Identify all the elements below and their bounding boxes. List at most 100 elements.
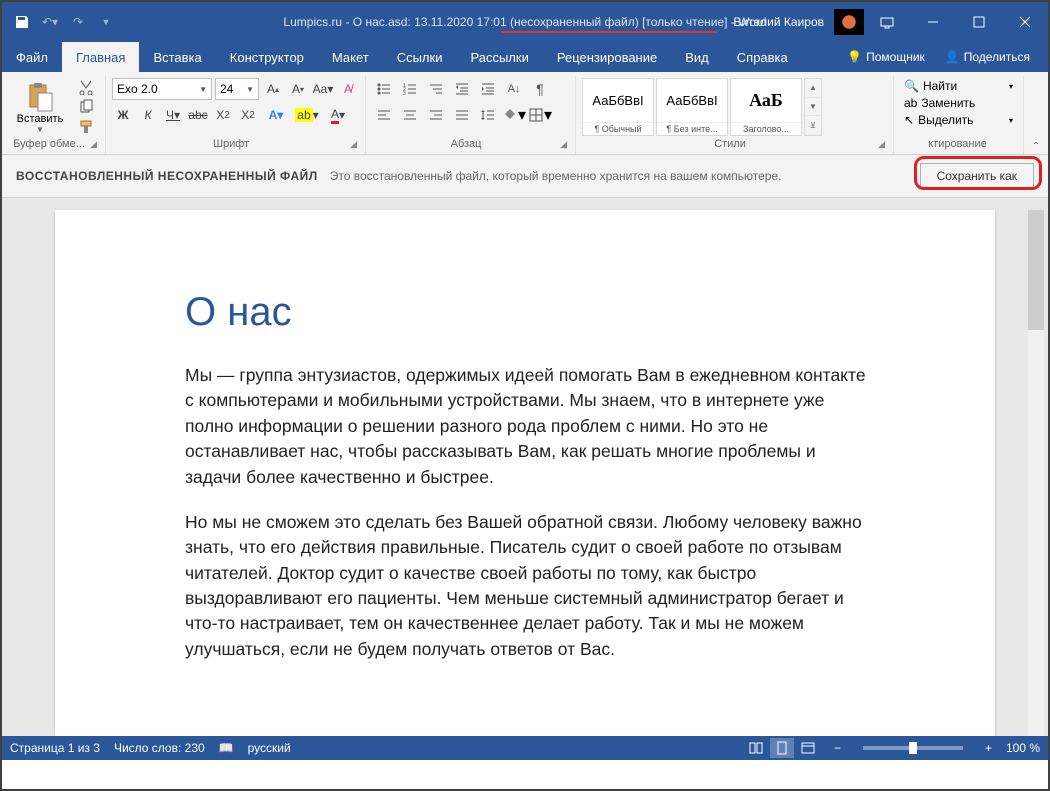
recovery-message: Это восстановленный файл, который времен… xyxy=(330,169,908,183)
document-viewport[interactable]: О нас Мы — группа энтузиастов, одержимых… xyxy=(2,198,1048,736)
align-right-button[interactable] xyxy=(424,104,448,126)
zoom-out-button[interactable]: − xyxy=(834,741,841,755)
find-button[interactable]: 🔍Найти▾ xyxy=(900,78,1017,94)
tab-review[interactable]: Рецензирование xyxy=(543,42,671,72)
bullets-button[interactable] xyxy=(372,78,396,100)
group-font: Exo 2.0▼ 24▼ A▴ A▾ Aa▾ A̸ Ж К Ч▾ abc X2 … xyxy=(106,76,366,154)
zoom-handle[interactable] xyxy=(909,742,917,754)
read-mode-icon[interactable] xyxy=(744,738,768,758)
format-painter-icon[interactable] xyxy=(74,118,98,136)
ribbon-display-icon[interactable] xyxy=(864,2,910,42)
tab-design[interactable]: Конструктор xyxy=(216,42,318,72)
find-icon: 🔍 xyxy=(904,79,919,93)
clear-formatting-button[interactable]: A̸ xyxy=(337,78,359,100)
vertical-scrollbar[interactable] xyxy=(1028,210,1044,736)
share-button[interactable]: 👤 Поделиться xyxy=(937,50,1038,64)
undo-icon[interactable]: ↶▾ xyxy=(38,10,62,34)
redo-icon[interactable]: ↷ xyxy=(66,10,90,34)
bold-button[interactable]: Ж xyxy=(112,104,134,126)
grow-font-button[interactable]: A▴ xyxy=(262,78,284,100)
paste-button[interactable]: Вставить ▼ xyxy=(8,78,72,136)
ribbon-tabs: Файл Главная Вставка Конструктор Макет С… xyxy=(2,42,1048,72)
recovery-title: ВОССТАНОВЛЕННЫЙ НЕСОХРАНЕННЫЙ ФАЙЛ xyxy=(16,169,318,183)
dialog-launcher-font[interactable]: ◢ xyxy=(350,139,357,150)
save-icon[interactable] xyxy=(10,10,34,34)
superscript-button[interactable]: X2 xyxy=(237,104,259,126)
zoom-in-button[interactable]: + xyxy=(985,741,992,755)
tab-file[interactable]: Файл xyxy=(2,42,62,72)
underline-button[interactable]: Ч▾ xyxy=(162,104,184,126)
tab-view[interactable]: Вид xyxy=(671,42,723,72)
tell-me-button[interactable]: 💡 Помощник xyxy=(839,50,933,64)
align-center-button[interactable] xyxy=(398,104,422,126)
justify-button[interactable] xyxy=(450,104,474,126)
tab-mailings[interactable]: Рассылки xyxy=(456,42,542,72)
shading-button[interactable]: ▾ xyxy=(502,104,526,126)
save-as-button[interactable]: Сохранить как xyxy=(920,163,1034,189)
spell-check-icon[interactable]: 📖 xyxy=(219,741,234,755)
language-indicator[interactable]: русский xyxy=(248,741,291,755)
style-no-spacing[interactable]: АаБбВвІ¶ Без инте... xyxy=(656,78,728,136)
replace-icon: ab xyxy=(904,96,917,110)
change-case-button[interactable]: Aa▾ xyxy=(312,78,334,100)
tab-references[interactable]: Ссылки xyxy=(383,42,457,72)
text-effects-button[interactable]: A▾ xyxy=(262,104,290,126)
numbering-button[interactable]: 123 xyxy=(398,78,422,100)
dialog-launcher-paragraph[interactable]: ◢ xyxy=(560,139,567,150)
ribbon: Вставить ▼ Буфер обме...◢ Exo 2.0▼ 24▼ xyxy=(2,72,1048,155)
style-heading[interactable]: АаБЗаголово... xyxy=(730,78,802,136)
styles-scroll-up[interactable]: ▲ xyxy=(805,79,821,98)
cut-icon[interactable] xyxy=(74,78,98,96)
dialog-launcher-styles[interactable]: ◢ xyxy=(878,139,885,150)
increase-indent-button[interactable] xyxy=(476,78,500,100)
user-avatar[interactable] xyxy=(834,9,864,35)
copy-icon[interactable] xyxy=(74,98,98,116)
tab-home[interactable]: Главная xyxy=(62,42,139,72)
group-clipboard: Вставить ▼ Буфер обме...◢ xyxy=(2,76,106,154)
borders-button[interactable]: ▾ xyxy=(528,104,552,126)
tab-insert[interactable]: Вставка xyxy=(139,42,215,72)
maximize-button[interactable] xyxy=(956,2,1002,42)
tab-layout[interactable]: Макет xyxy=(318,42,383,72)
style-normal[interactable]: АаБбВвІ¶ Обычный xyxy=(582,78,654,136)
close-button[interactable] xyxy=(1002,2,1048,42)
styles-expand[interactable]: ⊻ xyxy=(805,116,821,135)
multilevel-list-button[interactable] xyxy=(424,78,448,100)
qat-customize-icon[interactable]: ▼ xyxy=(94,10,118,34)
show-marks-button[interactable]: ¶ xyxy=(528,78,552,100)
zoom-slider[interactable] xyxy=(863,746,963,750)
scrollbar-thumb[interactable] xyxy=(1028,210,1044,330)
shrink-font-button[interactable]: A▾ xyxy=(287,78,309,100)
dialog-launcher-clipboard[interactable]: ◢ xyxy=(90,139,97,150)
font-color-button[interactable]: A▾ xyxy=(324,104,352,126)
doc-paragraph-1: Мы — группа энтузиастов, одержимых идеей… xyxy=(185,363,875,490)
line-spacing-button[interactable] xyxy=(476,104,500,126)
sort-button[interactable]: A↓ xyxy=(502,78,526,100)
word-count[interactable]: Число слов: 230 xyxy=(114,741,205,755)
font-name-combo[interactable]: Exo 2.0▼ xyxy=(112,78,212,100)
doc-paragraph-2: Но мы не сможем это сделать без Вашей об… xyxy=(185,510,875,662)
group-label-font: Шрифт xyxy=(112,138,350,150)
decrease-indent-button[interactable] xyxy=(450,78,474,100)
web-layout-icon[interactable] xyxy=(796,738,820,758)
font-size-combo[interactable]: 24▼ xyxy=(215,78,259,100)
print-layout-icon[interactable] xyxy=(770,738,794,758)
tab-help[interactable]: Справка xyxy=(723,42,802,72)
document-page[interactable]: О нас Мы — группа энтузиастов, одержимых… xyxy=(55,210,995,736)
replace-button[interactable]: abЗаменить xyxy=(900,95,1017,111)
select-button[interactable]: ↖Выделить▾ xyxy=(900,112,1017,128)
group-styles: АаБбВвІ¶ Обычный АаБбВвІ¶ Без инте... Аа… xyxy=(576,76,894,154)
page-indicator[interactable]: Страница 1 из 3 xyxy=(10,741,100,755)
styles-scroll-down[interactable]: ▼ xyxy=(805,98,821,117)
minimize-button[interactable] xyxy=(910,2,956,42)
strikethrough-button[interactable]: abc xyxy=(187,104,209,126)
collapse-ribbon-button[interactable]: ˆ xyxy=(1024,76,1048,154)
group-label-clipboard: Буфер обме... xyxy=(8,138,90,150)
align-left-button[interactable] xyxy=(372,104,396,126)
svg-text:3: 3 xyxy=(403,91,406,97)
zoom-level[interactable]: 100 % xyxy=(1006,741,1040,755)
styles-scroll: ▲ ▼ ⊻ xyxy=(804,78,822,136)
subscript-button[interactable]: X2 xyxy=(212,104,234,126)
italic-button[interactable]: К xyxy=(137,104,159,126)
highlight-button[interactable]: ab▾ xyxy=(293,104,321,126)
